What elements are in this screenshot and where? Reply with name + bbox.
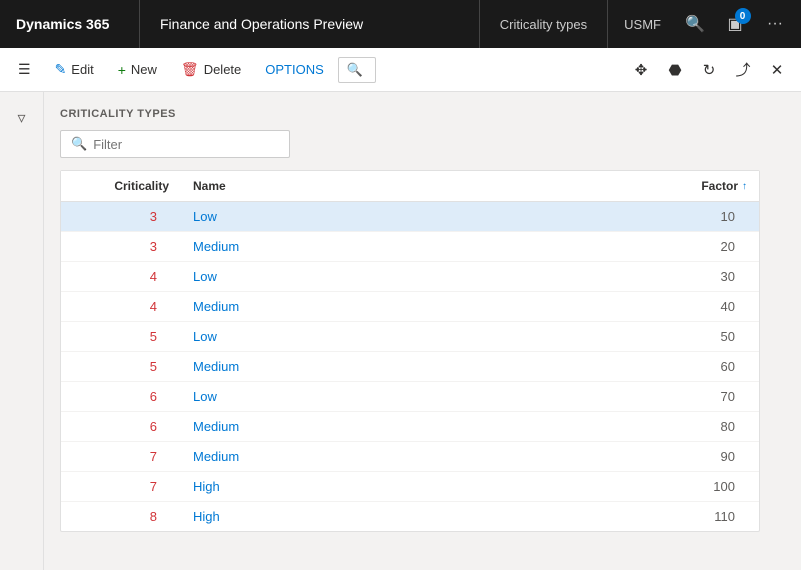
cell-name: Low bbox=[181, 262, 659, 291]
table-row[interactable]: 5Medium60 bbox=[61, 352, 759, 382]
action-bar: ☰ ✎ Edit + New 🗑 Delete OPTIONS 🔍 ✥ ⬣ ↻ … bbox=[0, 48, 801, 92]
cell-name: High bbox=[181, 502, 659, 531]
col-factor-label: Factor bbox=[701, 179, 738, 193]
grid-icon[interactable]: ✥ bbox=[625, 54, 657, 86]
filter-input[interactable] bbox=[93, 137, 279, 152]
app-label: Finance and Operations Preview bbox=[160, 16, 363, 32]
delete-icon: 🗑 bbox=[181, 61, 199, 78]
table-row[interactable]: 4Medium40 bbox=[61, 292, 759, 322]
table-row[interactable]: 3Medium20 bbox=[61, 232, 759, 262]
filter-search-icon: 🔍 bbox=[71, 136, 87, 152]
cell-criticality: 3 bbox=[61, 232, 181, 261]
new-button[interactable]: + New bbox=[108, 57, 167, 83]
table-row[interactable]: 7Medium90 bbox=[61, 442, 759, 472]
edit-label: Edit bbox=[71, 62, 93, 77]
cell-factor: 90 bbox=[659, 442, 759, 471]
more-options-icon[interactable]: ··· bbox=[757, 6, 793, 42]
cell-name: Medium bbox=[181, 232, 659, 261]
filter-sidebar-icon[interactable]: ▿ bbox=[4, 100, 40, 136]
office-icon[interactable]: ⬣ bbox=[659, 54, 691, 86]
notifications-icon[interactable]: ▣ 0 bbox=[717, 6, 753, 42]
section-title: CRITICALITY TYPES bbox=[60, 108, 785, 120]
main-content: ▿ CRITICALITY TYPES 🔍 Criticality Name F… bbox=[0, 92, 801, 570]
cell-name: Low bbox=[181, 382, 659, 411]
cell-name: Low bbox=[181, 322, 659, 351]
cell-criticality: 7 bbox=[61, 442, 181, 471]
delete-label: Delete bbox=[204, 62, 242, 77]
close-button[interactable]: ✕ bbox=[761, 54, 793, 86]
refresh-button[interactable]: ↻ bbox=[693, 54, 725, 86]
cell-factor: 30 bbox=[659, 262, 759, 291]
cell-criticality: 5 bbox=[61, 322, 181, 351]
cell-name: Medium bbox=[181, 442, 659, 471]
table-row[interactable]: 6Low70 bbox=[61, 382, 759, 412]
cell-factor: 50 bbox=[659, 322, 759, 351]
page-title: Criticality types bbox=[500, 17, 587, 32]
popout-button[interactable]: ⤴ bbox=[727, 54, 759, 86]
search-icon-small: 🔍 bbox=[347, 62, 363, 78]
cell-factor: 70 bbox=[659, 382, 759, 411]
cell-factor: 40 bbox=[659, 292, 759, 321]
cell-factor: 100 bbox=[659, 472, 759, 501]
sort-asc-icon: ↑ bbox=[742, 181, 747, 192]
options-button[interactable]: OPTIONS bbox=[255, 57, 334, 82]
top-bar: Dynamics 365 Finance and Operations Prev… bbox=[0, 0, 801, 48]
edit-icon: ✎ bbox=[55, 61, 67, 78]
company-label: USMF bbox=[624, 17, 661, 32]
cell-name: Medium bbox=[181, 412, 659, 441]
cell-name: Low bbox=[181, 202, 659, 231]
action-search[interactable]: 🔍 bbox=[338, 57, 376, 83]
table-body: 3Low103Medium204Low304Medium405Low505Med… bbox=[61, 202, 759, 531]
cell-factor: 80 bbox=[659, 412, 759, 441]
table-row[interactable]: 3Low10 bbox=[61, 202, 759, 232]
hamburger-icon: ☰ bbox=[18, 61, 31, 78]
sidebar: ▿ bbox=[0, 92, 44, 570]
company-selector[interactable]: USMF bbox=[608, 17, 677, 32]
table-row[interactable]: 8High110 bbox=[61, 502, 759, 531]
cell-name: Medium bbox=[181, 352, 659, 381]
cell-criticality: 4 bbox=[61, 292, 181, 321]
top-bar-actions: 🔍 ▣ 0 ··· bbox=[677, 6, 801, 42]
cell-factor: 60 bbox=[659, 352, 759, 381]
options-label: OPTIONS bbox=[265, 62, 324, 77]
cell-factor: 20 bbox=[659, 232, 759, 261]
cell-criticality: 5 bbox=[61, 352, 181, 381]
new-label: New bbox=[131, 62, 157, 77]
table-row[interactable]: 5Low50 bbox=[61, 322, 759, 352]
cell-name: High bbox=[181, 472, 659, 501]
col-header-name: Name bbox=[181, 171, 659, 201]
table-header: Criticality Name Factor ↑ bbox=[61, 171, 759, 202]
cell-name: Medium bbox=[181, 292, 659, 321]
plus-icon: + bbox=[118, 62, 126, 78]
brand-label: Dynamics 365 bbox=[16, 16, 109, 32]
action-bar-right-icons: ✥ ⬣ ↻ ⤴ ✕ bbox=[625, 54, 793, 86]
edit-button[interactable]: ✎ Edit bbox=[45, 56, 104, 83]
cell-criticality: 6 bbox=[61, 382, 181, 411]
cell-criticality: 3 bbox=[61, 202, 181, 231]
delete-button[interactable]: 🗑 Delete bbox=[171, 56, 251, 83]
table-row[interactable]: 7High100 bbox=[61, 472, 759, 502]
cell-criticality: 6 bbox=[61, 412, 181, 441]
notification-badge: 0 bbox=[735, 8, 751, 24]
page-title-area: Criticality types bbox=[480, 0, 608, 48]
cell-criticality: 8 bbox=[61, 502, 181, 531]
cell-factor: 10 bbox=[659, 202, 759, 231]
table-row[interactable]: 4Low30 bbox=[61, 262, 759, 292]
col-criticality-label: Criticality bbox=[114, 179, 169, 193]
col-header-criticality: Criticality bbox=[61, 171, 181, 201]
hamburger-button[interactable]: ☰ bbox=[8, 56, 41, 83]
brand-logo[interactable]: Dynamics 365 bbox=[0, 0, 140, 48]
cell-criticality: 7 bbox=[61, 472, 181, 501]
data-table: Criticality Name Factor ↑ 3Low103Medium2… bbox=[60, 170, 760, 532]
cell-criticality: 4 bbox=[61, 262, 181, 291]
cell-factor: 110 bbox=[659, 502, 759, 531]
col-name-label: Name bbox=[193, 179, 226, 193]
col-header-factor[interactable]: Factor ↑ bbox=[659, 171, 759, 201]
table-row[interactable]: 6Medium80 bbox=[61, 412, 759, 442]
page-area: CRITICALITY TYPES 🔍 Criticality Name Fac… bbox=[44, 92, 801, 570]
filter-bar[interactable]: 🔍 bbox=[60, 130, 290, 158]
app-title: Finance and Operations Preview bbox=[140, 0, 480, 48]
search-icon[interactable]: 🔍 bbox=[677, 6, 713, 42]
